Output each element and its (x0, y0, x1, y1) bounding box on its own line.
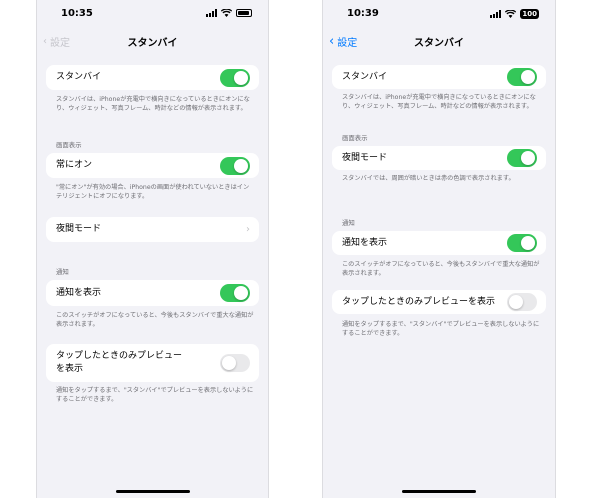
home-indicator (402, 490, 476, 493)
tap-preview-label: タップしたときのみプレビューを表示 (56, 351, 183, 374)
show-notifications-toggle[interactable] (507, 234, 537, 252)
show-notifications-group: 通知を表示 (46, 280, 259, 306)
battery-icon (236, 9, 252, 17)
home-indicator (115, 490, 190, 493)
wifi-icon (505, 10, 517, 18)
standby-group: スタンバイ (332, 65, 546, 89)
always-on-toggle[interactable] (220, 156, 250, 175)
show-notifications-row[interactable]: 通知を表示 (46, 280, 259, 306)
show-notifications-toggle[interactable] (220, 284, 250, 302)
standby-row[interactable]: スタンバイ (46, 65, 259, 90)
show-notifications-row[interactable]: 通知を表示 (332, 231, 546, 255)
always-on-description: "常にオン"が有効の場合、iPhoneの画面が使われていないときはインテリジェン… (56, 184, 250, 200)
night-mode-toggle[interactable] (507, 149, 537, 167)
phone-screenshot-right: 10:39 100 ‹ 設定 スタンバイ スタンバイ スタンバイは、iPhone… (322, 0, 556, 498)
show-notifications-description: このスイッチがオフになっていると、今後もスタンバイで重大な通知が表示されます。 (56, 312, 254, 328)
standby-label: スタンバイ (56, 72, 102, 82)
page-title: スタンバイ (414, 38, 464, 49)
standby-toggle[interactable] (507, 68, 537, 86)
tap-preview-description: 通知をタップするまで、"スタンバイ"でプレビューを表示しないようにすることができ… (56, 387, 254, 403)
always-on-group: 常にオン (46, 153, 259, 178)
notifications-section-header: 通知 (56, 268, 69, 276)
status-bar: 10:39 100 (323, 8, 555, 22)
status-icons: 100 (490, 9, 539, 19)
phone-screenshot-left: 10:35 ‹ 設定 スタンバイ スタンバイ スタンバイは、iPhoneが充電中… (36, 0, 269, 498)
status-icons (206, 9, 252, 17)
standby-row[interactable]: スタンバイ (332, 65, 546, 89)
tap-preview-row[interactable]: タップしたときのみプレビューを表示 (332, 290, 546, 314)
tap-preview-group: タップしたときのみプレビューを表示 (332, 290, 546, 314)
always-on-row[interactable]: 常にオン (46, 153, 259, 178)
show-notifications-label: 通知を表示 (56, 287, 102, 298)
cellular-signal-icon (490, 10, 502, 18)
standby-toggle[interactable] (220, 68, 250, 87)
tap-preview-group: タップしたときのみプレビューを表示 (46, 344, 259, 382)
night-mode-row[interactable]: 夜間モード › (46, 217, 259, 242)
status-time: 10:35 (61, 8, 93, 19)
page-title: スタンバイ (127, 38, 178, 49)
night-mode-group: 夜間モード › (46, 217, 259, 242)
show-notifications-description: このスイッチがオフになっていると、今後もスタンバイで重大な通知が表示されます。 (342, 261, 540, 277)
cellular-signal-icon (206, 9, 217, 17)
display-section-header: 画面表示 (56, 141, 82, 149)
tap-preview-toggle[interactable] (220, 354, 250, 372)
night-mode-description: スタンバイでは、周囲が暗いときは赤の色調で表示されます。 (342, 175, 515, 182)
notifications-section-header: 通知 (342, 219, 355, 227)
battery-icon: 100 (520, 9, 539, 19)
night-mode-row[interactable]: 夜間モード (332, 146, 546, 170)
navigation-bar: ‹ 設定 スタンバイ (323, 34, 555, 50)
tap-preview-label: タップしたときのみプレビューを表示 (342, 296, 496, 307)
standby-description: スタンバイは、iPhoneが充電中で横向きになっているときにオンになり、ウィジェ… (342, 94, 536, 110)
wifi-icon (221, 9, 232, 17)
night-mode-label: 夜間モード (56, 224, 102, 234)
always-on-label: 常にオン (56, 160, 93, 170)
standby-label: スタンバイ (342, 71, 388, 82)
chevron-right-icon: › (246, 224, 250, 235)
night-mode-label: 夜間モード (342, 152, 388, 163)
status-bar: 10:35 (37, 8, 268, 22)
standby-group: スタンバイ (46, 65, 259, 90)
show-notifications-label: 通知を表示 (342, 237, 388, 248)
night-mode-group: 夜間モード (332, 146, 546, 170)
tap-preview-toggle[interactable] (507, 293, 537, 311)
standby-description: スタンバイは、iPhoneが充電中で横向きになっているときにオンになり、ウィジェ… (56, 96, 250, 112)
show-notifications-group: 通知を表示 (332, 231, 546, 255)
tap-preview-row[interactable]: タップしたときのみプレビューを表示 (46, 344, 259, 382)
tap-preview-description: 通知をタップするまで、"スタンバイ"でプレビューを表示しないようにすることができ… (342, 321, 540, 337)
navigation-bar: ‹ 設定 スタンバイ (37, 34, 268, 50)
display-section-header: 画面表示 (342, 134, 368, 142)
status-time: 10:39 (347, 8, 379, 19)
